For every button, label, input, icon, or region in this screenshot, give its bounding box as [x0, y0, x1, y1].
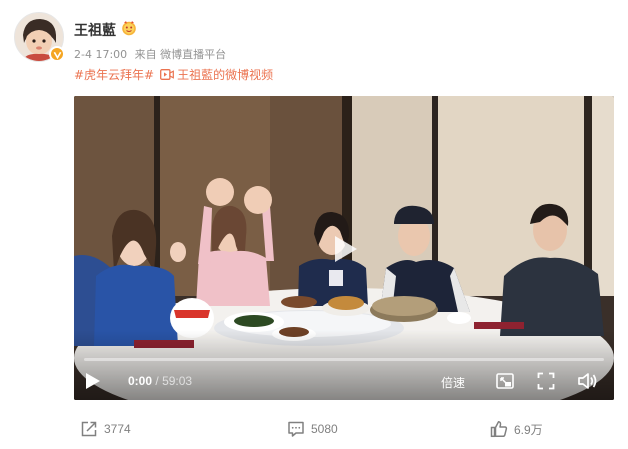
comment-count: 5080 — [311, 422, 338, 436]
video-link-label: 王祖藍的微博视频 — [177, 68, 274, 82]
current-time: 0:00 — [128, 374, 153, 388]
share-count: 3774 — [104, 422, 131, 436]
weibo-post: 王祖藍 2-4 17:00 来自 微博直播平台 #虎年云拜年# 王祖藍的微博视频 — [0, 0, 628, 449]
topic-link[interactable]: #虎年云拜年# — [74, 66, 154, 83]
play-icon[interactable] — [82, 371, 102, 391]
like-count: 6.9万 — [514, 422, 543, 437]
center-play-icon[interactable] — [329, 232, 363, 266]
comment-button[interactable]: 5080 — [287, 416, 338, 442]
time-display: 0:00 / 59:03 — [128, 374, 192, 388]
time-separator: / — [155, 374, 159, 388]
like-button[interactable]: 6.9万 — [490, 416, 543, 442]
pip-icon[interactable] — [496, 372, 514, 390]
video-player[interactable]: 0:00 / 59:03 倍速 — [74, 96, 614, 400]
duration: 59:03 — [162, 374, 193, 388]
medal-icon[interactable] — [121, 20, 137, 36]
post-text: #虎年云拜年# 王祖藍的微博视频 — [74, 66, 273, 83]
author-name[interactable]: 王祖藍 — [74, 20, 116, 40]
video-link-icon — [160, 69, 175, 80]
volume-icon[interactable] — [577, 371, 599, 391]
post-meta: 2-4 17:00 来自 微博直播平台 — [74, 46, 230, 62]
like-icon — [490, 421, 508, 438]
controls-overlay — [74, 330, 614, 400]
video-link[interactable]: 王祖藍的微博视频 — [160, 66, 273, 83]
post-time[interactable]: 2-4 17:00 — [74, 48, 127, 61]
speed-button[interactable]: 倍速 — [441, 374, 465, 391]
progress-bar[interactable] — [84, 358, 604, 361]
avatar[interactable] — [14, 12, 65, 62]
action-bar: 3774 5080 6.9万 — [0, 416, 628, 442]
post-source: 来自 微博直播平台 — [134, 48, 227, 61]
fullscreen-icon[interactable] — [537, 372, 555, 390]
share-icon — [81, 421, 97, 437]
comment-icon — [288, 421, 304, 437]
share-button[interactable]: 3774 — [80, 416, 131, 442]
verified-badge-icon — [49, 46, 65, 62]
